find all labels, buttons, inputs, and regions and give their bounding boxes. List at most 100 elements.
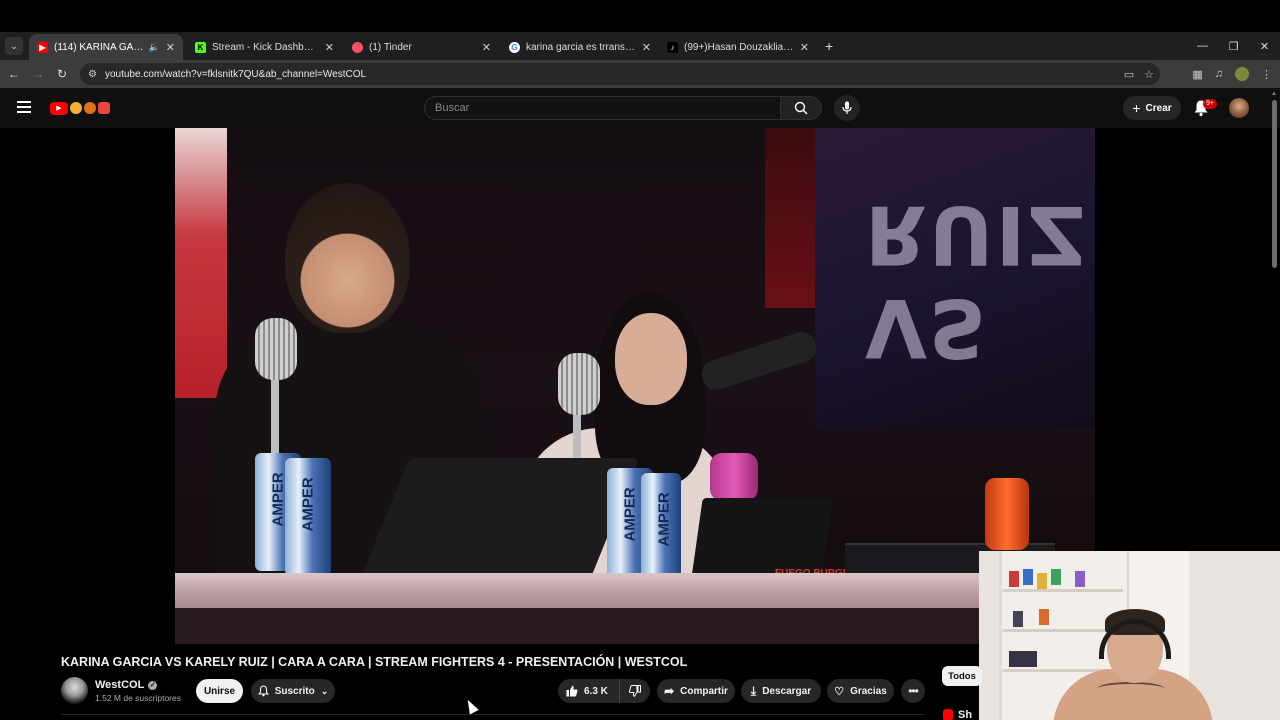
share-label: Compartir [680, 685, 728, 697]
close-tab-icon[interactable]: ✕ [166, 41, 175, 54]
browser-toolbar: ← → ↻ ⚙ youtube.com/watch?v=fklsnitk7QU&… [0, 60, 1280, 88]
video-person-right-face [615, 313, 687, 405]
close-tab-icon[interactable]: ✕ [800, 41, 809, 54]
youtube-logo[interactable]: ▶ [50, 100, 110, 116]
like-button[interactable]: 6.3 K [558, 679, 620, 703]
browser-toolbar-right: ▦ ♫ ⋮ [1192, 60, 1272, 88]
tinder-favicon-icon [352, 41, 363, 53]
restore-icon[interactable]: ❐ [1218, 40, 1249, 53]
notification-count-badge: 9+ [1203, 99, 1217, 109]
create-label: Crear [1145, 102, 1172, 114]
browser-tab-youtube[interactable]: ▶ (114) KARINA GARCIA VS K 🔈 ✕ [29, 34, 183, 60]
chevron-down-icon: ⌄ [320, 685, 329, 696]
search-input[interactable] [435, 102, 780, 114]
browser-tab-strip: ⌄ ▶ (114) KARINA GARCIA VS K 🔈 ✕ K Strea… [0, 32, 1280, 60]
channel-name-row[interactable]: WestCOL ✓ [95, 679, 158, 691]
desk-front [175, 608, 1095, 644]
create-button[interactable]: + Crear [1123, 96, 1181, 120]
tablet-stand [360, 458, 640, 578]
section-divider [61, 714, 925, 715]
browser-tab-tiktok[interactable]: ♪ (99+)Hasan Douzaklian (@has ✕ [659, 34, 817, 60]
download-button[interactable]: ⤓ Descargar [741, 679, 821, 703]
address-bar-actions: ▭ ☆ [1124, 63, 1154, 85]
hamburger-menu-icon[interactable] [17, 101, 31, 113]
shorts-shelf-header[interactable]: Sh [943, 709, 972, 720]
shorts-label: Sh [958, 709, 973, 720]
site-info-icon[interactable]: ⚙ [88, 69, 97, 80]
browser-tab-tinder[interactable]: (1) Tinder ✕ [344, 34, 499, 60]
tiktok-favicon-icon: ♪ [667, 41, 678, 53]
doodle-icon [84, 102, 96, 114]
tab-title: Stream - Kick Dashboard [212, 41, 319, 53]
speaker-icon[interactable]: 🔈 [149, 42, 160, 53]
thumbs-up-icon [566, 685, 578, 697]
account-avatar[interactable] [1229, 98, 1249, 118]
video-player[interactable]: VS RUIZ AMPER AMPER AMPER AMPER FUEGO BU… [175, 128, 1095, 644]
voice-search-button[interactable] [834, 95, 860, 121]
like-count: 6.3 K [584, 685, 608, 697]
media-controls-icon[interactable]: ♫ [1215, 68, 1223, 80]
doodle-icon [70, 102, 82, 114]
subscriber-count: 1.52 M de suscriptores [95, 693, 181, 703]
close-tab-icon[interactable]: ✕ [642, 41, 651, 54]
browser-tab-google[interactable]: G karina garcia es trrans ? - Busca ✕ [501, 34, 659, 60]
window-controls: — ❐ ✕ [1187, 32, 1280, 60]
orange-bottle [985, 478, 1029, 550]
bookmark-star-icon[interactable]: ☆ [1144, 68, 1154, 81]
browser-profile-avatar[interactable] [1235, 67, 1249, 81]
shelf-item [1023, 569, 1033, 585]
plus-icon: + [1132, 100, 1141, 116]
microphone-stand [271, 378, 279, 458]
shelf-item [1037, 573, 1047, 589]
back-icon[interactable]: ← [2, 67, 26, 81]
join-button[interactable]: Unirse [196, 679, 243, 703]
bell-icon [257, 685, 269, 697]
filter-chip-all[interactable]: Todos [942, 666, 982, 686]
search-box [424, 96, 780, 120]
tab-title: (114) KARINA GARCIA VS K [54, 41, 145, 53]
address-bar[interactable]: ⚙ youtube.com/watch?v=fklsnitk7QU&ab_cha… [80, 63, 1160, 85]
shorts-icon [943, 709, 953, 720]
doodle-icon [98, 102, 110, 114]
new-tab-icon[interactable]: + [825, 38, 833, 54]
tab-title: karina garcia es trrans ? - Busca [526, 41, 636, 53]
youtube-favicon-icon: ▶ [37, 41, 48, 53]
search-icon [794, 101, 808, 115]
minimize-icon[interactable]: — [1187, 40, 1218, 52]
microphone-icon [842, 101, 852, 114]
verified-check-icon: ✓ [148, 680, 158, 690]
subscribed-button[interactable]: Suscrito ⌄ [251, 679, 335, 703]
forward-icon[interactable]: → [26, 67, 50, 81]
mouse-cursor-icon [463, 697, 479, 715]
browser-menu-icon[interactable]: ⋮ [1261, 68, 1272, 81]
like-dislike-group: 6.3 K [558, 679, 650, 703]
reload-icon[interactable]: ↻ [50, 67, 74, 81]
screen-top-band [0, 0, 1280, 32]
scrollbar-thumb[interactable] [1272, 100, 1277, 268]
download-arrow-icon: ⤓ [750, 683, 757, 698]
youtube-play-icon: ▶ [50, 101, 68, 115]
close-tab-icon[interactable]: ✕ [325, 41, 334, 54]
more-actions-icon[interactable]: ••• [901, 679, 925, 703]
video-title: KARINA GARCIA VS KARELY RUIZ | CARA A CA… [61, 655, 688, 669]
channel-avatar[interactable] [61, 677, 88, 704]
close-window-icon[interactable]: ✕ [1249, 40, 1280, 53]
url-text[interactable]: youtube.com/watch?v=fklsnitk7QU&ab_chann… [105, 69, 366, 80]
tab-search-dropdown-icon[interactable]: ⌄ [5, 37, 23, 55]
share-button[interactable]: ➦ Compartir [657, 679, 735, 703]
thumbs-down-icon [629, 685, 641, 697]
scroll-up-arrow-icon[interactable]: ▲ [1271, 91, 1277, 97]
youtube-masthead: ▶ + Crear [0, 88, 1280, 128]
extensions-icon[interactable]: ▦ [1192, 68, 1202, 81]
cast-icon[interactable]: ▭ [1124, 68, 1134, 81]
dislike-button[interactable] [620, 679, 650, 703]
shelf-item [1075, 571, 1085, 587]
browser-tab-kick[interactable]: K Stream - Kick Dashboard ✕ [187, 34, 342, 60]
channel-name[interactable]: WestCOL [95, 679, 144, 691]
tab-title: (1) Tinder [369, 41, 412, 53]
thanks-button[interactable]: ♡ Gracias [827, 679, 894, 703]
thanks-heart-icon: ♡ [834, 685, 845, 698]
kick-favicon-icon: K [195, 41, 206, 53]
search-button[interactable] [780, 96, 822, 120]
close-tab-icon[interactable]: ✕ [482, 41, 491, 54]
